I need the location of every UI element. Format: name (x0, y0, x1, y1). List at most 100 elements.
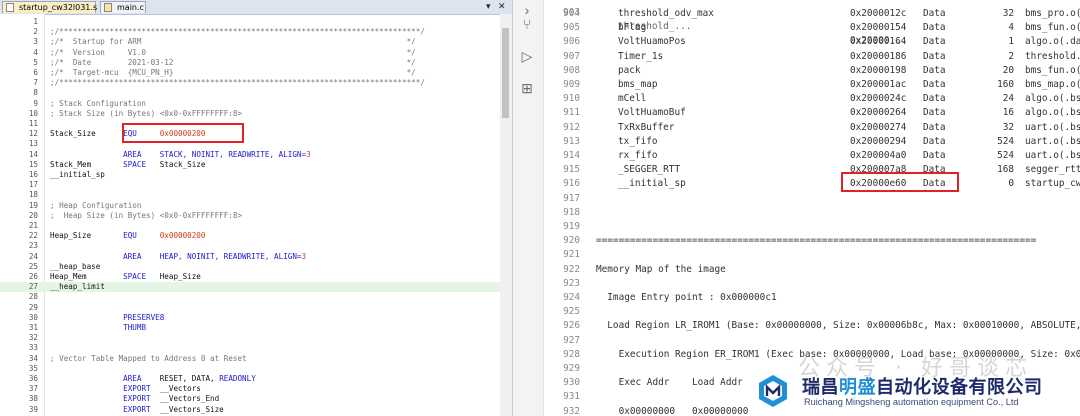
line-number: 24 (28, 251, 38, 261)
symbol-type: Data (923, 22, 946, 34)
code-line: 1 (0, 17, 500, 27)
line-number: 904 (563, 8, 580, 19)
line-number: 9 (33, 98, 38, 108)
map-line: 922 Memory Map of the image (544, 263, 1080, 277)
symbol-row: 905 bFlag 0x20000154 Data 4 bms_fun.o( (544, 21, 1080, 35)
symbol-object: startup_cw (1025, 178, 1080, 190)
symbol-size: 16 (1002, 107, 1014, 119)
symbol-name: _SEGGER_RTT (618, 164, 681, 176)
symbol-size: 4 (1008, 22, 1014, 34)
line-number: 3 (33, 37, 38, 47)
line-number: 909 (563, 79, 580, 90)
symbol-name: VoltHuamoPos (618, 36, 686, 48)
line-number: 11 (28, 119, 38, 128)
line-number: 918 (563, 206, 580, 218)
line-number: 921 (563, 249, 580, 261)
code-line: 27 __heap_limit (0, 282, 500, 293)
symbol-name: mCell (618, 93, 647, 105)
code-line: 32 (0, 333, 500, 343)
symbol-type: Data (923, 93, 946, 105)
symbol-address: 0x20000186 (850, 50, 907, 62)
code-line: 9 ; Stack Configuration (0, 99, 500, 109)
extensions-icon[interactable]: ⊞ (519, 80, 535, 96)
symbol-name: Timer_1s (618, 50, 664, 62)
line-number: 917 (563, 192, 580, 204)
symbol-size: 24 (1002, 93, 1014, 105)
code-text: ;/* Date 2021-03-12 */ (50, 57, 416, 67)
code-line: 15 Stack_Mem SPACE Stack_Size (0, 160, 500, 170)
code-line: 36 AREA RESET, DATA, READONLY (0, 374, 500, 384)
code-token: 3 (301, 251, 307, 261)
tab-dropdown-icon[interactable]: ▾ (486, 0, 491, 13)
symbol-name: bFlag (618, 22, 647, 34)
code-line: 33 (0, 343, 500, 353)
symbol-row: 911 VoltHuamoBuf 0x20000264 Data 16 algo.o(.b… (544, 106, 1080, 120)
line-number: 12 (28, 129, 38, 139)
line-number: 908 (563, 64, 580, 76)
line-number: 28 (28, 292, 38, 302)
code-line: 2 ;/*************************************… (0, 27, 500, 37)
code-line: 35 (0, 364, 500, 374)
code-text: ; Stack Configuration (50, 98, 147, 108)
code-line: 34 ; Vector Table Mapped to Address 0 at … (0, 354, 500, 364)
line-number: 7 (33, 78, 38, 88)
line-number: 906 (563, 36, 580, 48)
symbol-type: Data (923, 121, 946, 133)
code-line: 28 (0, 292, 500, 302)
asm-editor-pane: startup_cw32l031.s main.c ▾ ✕ 1 2 ;/******… (0, 0, 513, 416)
code-token: EXPORT (123, 384, 151, 394)
symbol-object: bms_map.o( (1025, 79, 1080, 90)
line-number: 911 (563, 107, 580, 119)
map-text: Exec Addr Load Addr (596, 377, 743, 389)
close-icon[interactable]: ✕ (498, 0, 506, 13)
code-text: ;/* Startup for ARM */ (50, 37, 416, 47)
line-number: 14 (28, 149, 38, 159)
scrollbar-thumb[interactable] (502, 28, 509, 118)
symbol-object: algo.o(.da (1025, 36, 1080, 48)
map-line: 917 (544, 192, 1080, 206)
line-number: 19 (28, 200, 38, 210)
source-control-icon[interactable]: ⑂ (519, 16, 535, 32)
code-line: 17 (0, 180, 500, 190)
tab-main-c[interactable]: main.c (100, 1, 146, 13)
code-line: 21 (0, 221, 500, 231)
symbol-row: 907 Timer_1s 0x20000186 Data 2 threshold. (544, 50, 1080, 64)
symbol-name: pack (618, 64, 641, 76)
line-number: 20 (28, 210, 38, 220)
code-area[interactable]: 1 2 ;/************************************… (0, 14, 500, 416)
code-token: Heap_Size (50, 231, 124, 241)
code-text: ; Vector Table Mapped to Address 0 at Re… (50, 353, 247, 363)
line-number: 35 (28, 363, 38, 373)
line-number: 34 (28, 353, 38, 363)
code-text: THUMB (50, 323, 146, 333)
code-text: __heap_limit (50, 282, 105, 292)
code-token: EQU (123, 231, 137, 241)
line-number: 30 (28, 312, 38, 322)
code-token: RESET, DATA, (141, 374, 220, 383)
run-debug-icon[interactable]: ▷ (519, 48, 535, 64)
code-line: 16 __initial_sp (0, 170, 500, 180)
symbol-address: 0x20000264 (850, 107, 907, 119)
line-number: 1 (33, 17, 38, 26)
symbol-type: Data (923, 8, 946, 19)
symbol-size: 0 (1008, 178, 1014, 190)
vertical-scrollbar[interactable] (500, 14, 512, 416)
code-line: 37 EXPORT __Vectors (0, 384, 500, 394)
code-token: THUMB (123, 323, 147, 332)
symbol-type: Data (923, 79, 946, 90)
code-text: AREA HEAP, NOINIT, READWRITE, ALIGN=3 (50, 252, 306, 262)
line-number: 18 (28, 190, 38, 200)
code-line: 5 ;/* Date 2021-03-12 */ (0, 58, 500, 68)
symbol-type: Data (923, 135, 946, 147)
code-token: Heap_Size (146, 272, 201, 281)
tab-startup-file[interactable]: startup_cw32l031.s (2, 1, 97, 13)
code-token: __Vectors (150, 384, 201, 394)
line-number: 36 (28, 374, 38, 383)
symbol-type: Data (923, 150, 946, 161)
code-text: ; Heap Size (in Bytes) <0x0-0xFFFFFFFF:8… (50, 210, 243, 220)
symbol-type: Data (923, 50, 946, 62)
